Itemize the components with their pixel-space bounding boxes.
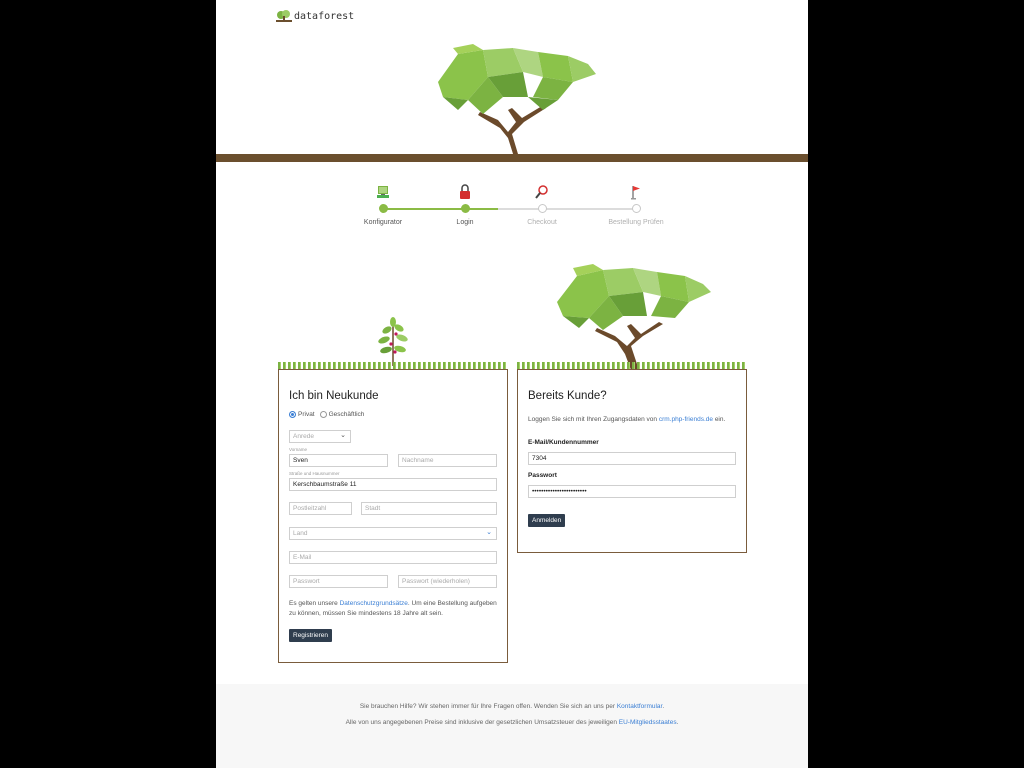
checkout-progress: Konfigurator Login Checkout Bestellung P… (364, 184, 666, 230)
register-button[interactable]: Registrieren (289, 629, 333, 642)
vat-text: Alle von uns angegebenen Preise sind ink… (216, 719, 808, 726)
step-dot (378, 204, 388, 213)
sprout-illustration (378, 317, 408, 366)
hero-tree-illustration (438, 44, 596, 157)
terms-suffix: . Um eine Bestellung aufgeben (407, 600, 497, 607)
salutation-placeholder: Anrede (293, 433, 314, 440)
tree-illustration (557, 264, 711, 370)
country-select[interactable]: Land ⌄ (289, 527, 497, 540)
login-email-label: E-Mail/Kundennummer (528, 439, 599, 446)
contact-form-link[interactable]: Kontaktformular (617, 703, 663, 710)
step-dot (631, 204, 641, 213)
firstname-label: Vorname (289, 447, 308, 452)
vat-prefix: Alle von uns angegebenen Preise sind ink… (345, 719, 619, 726)
login-intro-prefix: Loggen Sie sich mit Ihren Zugangsdaten v… (528, 416, 659, 423)
login-email-field[interactable]: 7304 (528, 452, 736, 465)
vat-suffix: . (676, 719, 679, 726)
firstname-field[interactable]: Sven (289, 454, 388, 467)
login-button[interactable]: Anmelden (528, 514, 566, 527)
checkout-page: dataforest Konfigurator Login Checkout B… (216, 0, 808, 768)
step-konfigurator[interactable]: Konfigurator (343, 184, 423, 226)
step-label: Konfigurator (363, 219, 403, 226)
step-dot (537, 204, 547, 213)
lock-icon (460, 184, 470, 199)
eu-member-states-link[interactable]: EU-Mitgliedsstaates (619, 719, 677, 726)
step-label: Bestellung Prüfen (608, 219, 664, 226)
country-placeholder: Land (293, 530, 308, 537)
street-label: Straße und Hausnummer (289, 471, 340, 476)
page-footer: Sie brauchen Hilfe? Wir stehen immer für… (216, 684, 808, 768)
tree-logo-icon (276, 10, 292, 22)
brand-logo[interactable]: dataforest (276, 10, 354, 22)
step-login[interactable]: Login (425, 184, 505, 226)
crm-link[interactable]: crm.php-friends.de (659, 416, 713, 423)
salutation-select[interactable]: Anrede ⌄ (289, 430, 351, 443)
step-checkout[interactable]: Checkout (502, 184, 582, 226)
terms-prefix: Es gelten unsere (289, 600, 340, 607)
brand-name: dataforest (294, 10, 355, 22)
city-field[interactable]: Stadt (361, 502, 497, 515)
help-suffix: . (662, 703, 665, 710)
terms-age-note: zu können, müssen Sie mindestens 18 Jahr… (289, 610, 443, 617)
register-panel: Ich bin Neukunde Privat Geschäftlich Anr… (278, 369, 508, 663)
step-bestellung-pruefen[interactable]: Bestellung Prüfen (596, 184, 676, 226)
radio-private-label: Privat (298, 411, 315, 418)
help-text: Sie brauchen Hilfe? Wir stehen immer für… (216, 703, 808, 710)
login-password-label: Passwort (528, 472, 557, 479)
register-title: Ich bin Neukunde (289, 390, 379, 402)
login-password-field[interactable]: •••••••••••••••••••••••• (528, 485, 736, 498)
login-title: Bereits Kunde? (528, 390, 607, 402)
privacy-link[interactable]: Datenschutzgrundsätze (340, 600, 408, 607)
radio-business-label: Geschäftlich (328, 411, 365, 418)
flag-icon (631, 186, 640, 200)
chevron-down-icon: ⌄ (340, 432, 346, 439)
customer-type-group: Privat Geschäftlich (289, 411, 364, 418)
magnifier-icon (535, 185, 548, 199)
chevron-down-icon: ⌄ (486, 529, 492, 536)
login-intro-suffix: ein. (713, 416, 726, 423)
radio-business[interactable] (319, 411, 327, 418)
login-intro: Loggen Sie sich mit Ihren Zugangsdaten v… (528, 415, 742, 425)
help-prefix: Sie brauchen Hilfe? Wir stehen immer für… (359, 703, 617, 710)
computer-icon (377, 186, 389, 198)
email-field[interactable]: E-Mail (289, 551, 497, 564)
zip-field[interactable]: Postleitzahl (289, 502, 352, 515)
terms-text: Es gelten unsere Datenschutzgrundsätze. … (289, 599, 501, 619)
street-field[interactable]: Kerschbaumstraße 11 (289, 478, 497, 491)
step-label: Checkout (527, 219, 557, 226)
login-panel: Bereits Kunde? Loggen Sie sich mit Ihren… (517, 369, 747, 553)
step-label: Login (456, 219, 474, 226)
radio-private[interactable] (289, 411, 296, 418)
password-field[interactable]: Passwort (289, 575, 388, 588)
password-repeat-field[interactable]: Passwort (wiederholen) (398, 575, 497, 588)
ground-strip (216, 154, 808, 162)
step-dot (460, 204, 470, 213)
lastname-field[interactable]: Nachname (398, 454, 497, 467)
